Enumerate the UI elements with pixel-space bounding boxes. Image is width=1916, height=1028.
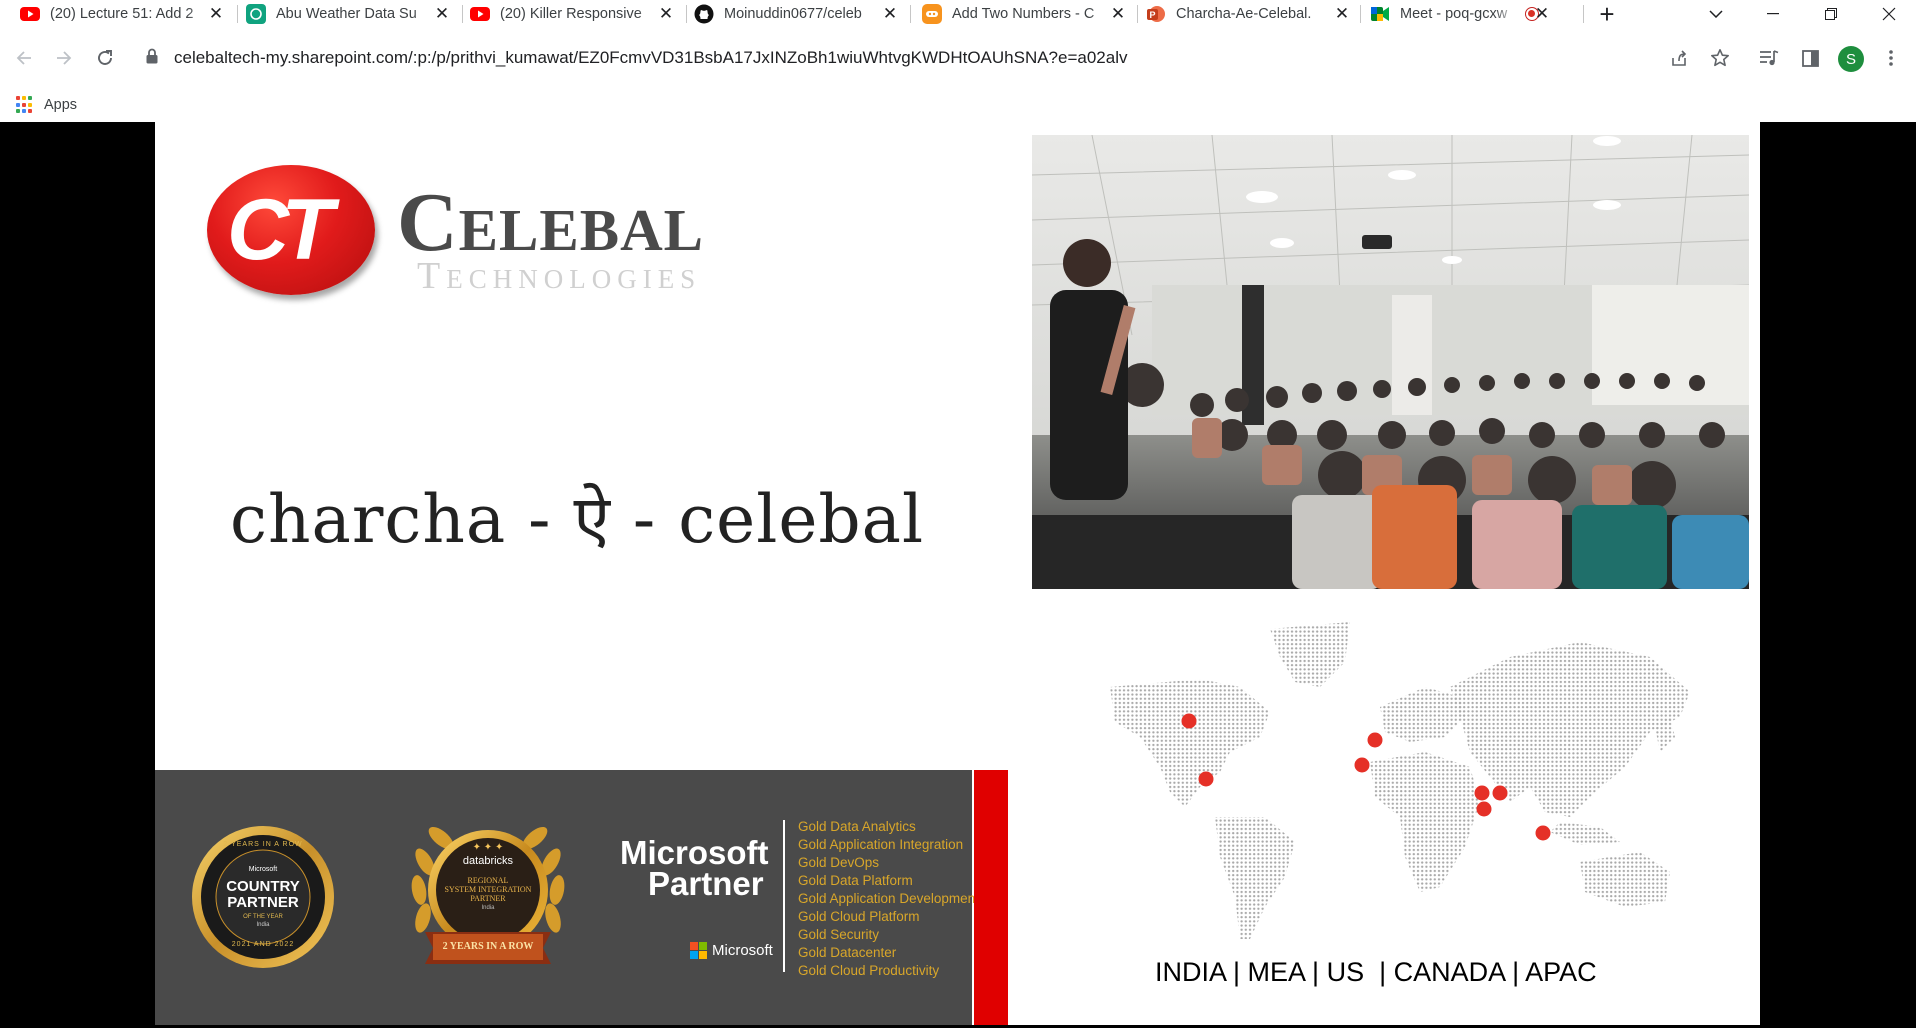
- competency-list: Gold Data Analytics Gold Application Int…: [798, 818, 979, 980]
- codingninjas-icon: [922, 4, 942, 24]
- share-icon[interactable]: [1665, 44, 1693, 72]
- databricks-l1: REGIONAL: [467, 876, 509, 885]
- close-icon[interactable]: ✕: [1532, 4, 1552, 24]
- github-icon: [694, 4, 714, 24]
- close-icon[interactable]: ✕: [206, 4, 226, 24]
- tab-title: Abu Weather Data Su: [276, 6, 417, 22]
- microsoft-partner-wordmark: Microsoft Partner: [620, 834, 769, 902]
- tab-github[interactable]: Moinuddin0677/celeb ✕: [694, 0, 906, 28]
- close-icon[interactable]: ✕: [656, 4, 676, 24]
- accent-red-bar: [974, 770, 1008, 1025]
- restore-button[interactable]: [1808, 0, 1854, 28]
- back-arrow-icon[interactable]: [10, 44, 38, 72]
- tab-title: Charcha-Ae-Celebal.: [1176, 6, 1312, 22]
- apps-label: Apps: [44, 97, 78, 113]
- tab-charcha-ae-celebal[interactable]: P Charcha-Ae-Celebal. ✕: [1146, 0, 1358, 28]
- competency-item: Gold Application Integration: [798, 837, 964, 852]
- close-window-button[interactable]: [1866, 0, 1912, 28]
- more-menu-icon[interactable]: [1877, 44, 1905, 72]
- close-icon[interactable]: ✕: [1108, 4, 1128, 24]
- lock-icon[interactable]: [146, 48, 164, 68]
- tab-killer-responsive[interactable]: (20) Killer Responsive ✕: [470, 0, 682, 28]
- openai-icon: [246, 4, 266, 24]
- event-photo: [1032, 135, 1749, 589]
- apps-shortcut[interactable]: Apps: [16, 96, 77, 114]
- powerpoint-icon: P: [1146, 4, 1166, 24]
- side-panel-icon[interactable]: [1796, 44, 1824, 72]
- databricks-l2: SYSTEM INTEGRATION: [444, 885, 532, 894]
- competency-item: Gold Security: [798, 927, 880, 942]
- microsoft-squares-icon: [690, 942, 707, 959]
- badge-sub: OF THE YEAR: [243, 914, 283, 920]
- ms-line-1: Microsoft: [620, 834, 769, 871]
- databricks-partner-badge: ✦ ✦ ✦ databricks REGIONAL SYSTEM INTEGRA…: [405, 820, 571, 970]
- charcha-title: charcha - ऐ - celebal: [230, 481, 925, 558]
- competency-item: Gold Cloud Platform: [798, 909, 920, 924]
- bookmark-star-icon[interactable]: [1706, 44, 1734, 72]
- competency-item: Gold Cloud Productivity: [798, 963, 940, 978]
- badge-brand: Microsoft: [248, 866, 278, 873]
- logo-mark-text: CT: [227, 182, 334, 278]
- ms-logo-text: Microsoft: [712, 942, 773, 959]
- youtube-icon: [470, 4, 490, 24]
- slide: CT Celebal Technologies charcha - ऐ - ce…: [155, 122, 1760, 1025]
- databricks-region: India: [481, 905, 495, 911]
- world-map: [1080, 617, 1700, 939]
- close-icon[interactable]: ✕: [880, 4, 900, 24]
- tab-title: Moinuddin0677/celeb: [724, 6, 862, 22]
- brand-subtitle: Technologies: [417, 255, 702, 297]
- ms-line-2: Partner: [648, 865, 764, 902]
- tab-title: (20) Killer Responsive: [500, 6, 642, 22]
- competency-item: Gold Data Analytics: [798, 819, 916, 834]
- regions-caption: INDIA | MEA | US | CANADA | APAC: [1155, 957, 1597, 987]
- svg-text:P: P: [1149, 10, 1155, 20]
- tab-strip: (20) Lecture 51: Add 2 ✕ Abu Weather Dat…: [0, 0, 1916, 29]
- meet-icon: [1370, 4, 1390, 24]
- tab-search-chevron-icon[interactable]: [1693, 0, 1739, 28]
- badge-region: India: [256, 922, 270, 928]
- close-icon[interactable]: ✕: [1332, 4, 1352, 24]
- tab-title: (20) Lecture 51: Add 2: [50, 6, 194, 22]
- youtube-icon: [20, 4, 40, 24]
- competency-item: Gold DevOps: [798, 855, 880, 870]
- media-control-icon[interactable]: [1755, 44, 1783, 72]
- minimize-button[interactable]: [1750, 0, 1796, 28]
- ms-divider: [783, 820, 785, 972]
- address-bar[interactable]: celebaltech-my.sharepoint.com/:p:/p/prit…: [174, 48, 1128, 68]
- badge-top-text: 2 YEARS IN A ROW: [223, 841, 303, 848]
- badge-title-1: COUNTRY: [226, 878, 300, 895]
- badge-bottom-text: 2021 AND 2022: [231, 941, 295, 948]
- reload-icon[interactable]: [91, 44, 119, 72]
- tab-add-two-numbers[interactable]: Add Two Numbers - C ✕: [922, 0, 1134, 28]
- forward-arrow-icon[interactable]: [50, 44, 78, 72]
- databricks-ribbon: 2 YEARS IN A ROW: [442, 941, 534, 952]
- new-tab-button[interactable]: +: [1584, 0, 1630, 29]
- browser-toolbar: celebaltech-my.sharepoint.com/:p:/p/prit…: [0, 28, 1916, 88]
- competency-item: Gold Data Platform: [798, 873, 913, 888]
- bookmarks-bar: Apps: [0, 88, 1916, 122]
- microsoft-logo: Microsoft: [690, 942, 773, 959]
- ms-country-partner-badge: 2 YEARS IN A ROW Microsoft COUNTRY PARTN…: [191, 825, 335, 969]
- profile-avatar[interactable]: S: [1838, 46, 1864, 72]
- tab-abu-weather[interactable]: Abu Weather Data Su ✕: [246, 0, 458, 28]
- competency-item: Gold Application Development: [798, 891, 979, 906]
- partners-band: 2 YEARS IN A ROW Microsoft COUNTRY PARTN…: [155, 770, 979, 1025]
- databricks-brand: databricks: [462, 855, 514, 867]
- tab-lecture-51[interactable]: (20) Lecture 51: Add 2 ✕: [20, 0, 232, 28]
- tab-title: Add Two Numbers - C: [952, 6, 1095, 22]
- badge-title-2: PARTNER: [227, 894, 299, 911]
- databricks-l3: PARTNER: [470, 894, 506, 903]
- databricks-stars: ✦ ✦ ✦: [472, 842, 504, 853]
- apps-grid-icon: [16, 96, 34, 114]
- tab-meet[interactable]: Meet - poq-gcxw ✕: [1370, 0, 1582, 28]
- close-icon[interactable]: ✕: [432, 4, 452, 24]
- tab-title: Meet - poq-gcxw: [1400, 6, 1508, 22]
- competency-item: Gold Datacenter: [798, 945, 897, 960]
